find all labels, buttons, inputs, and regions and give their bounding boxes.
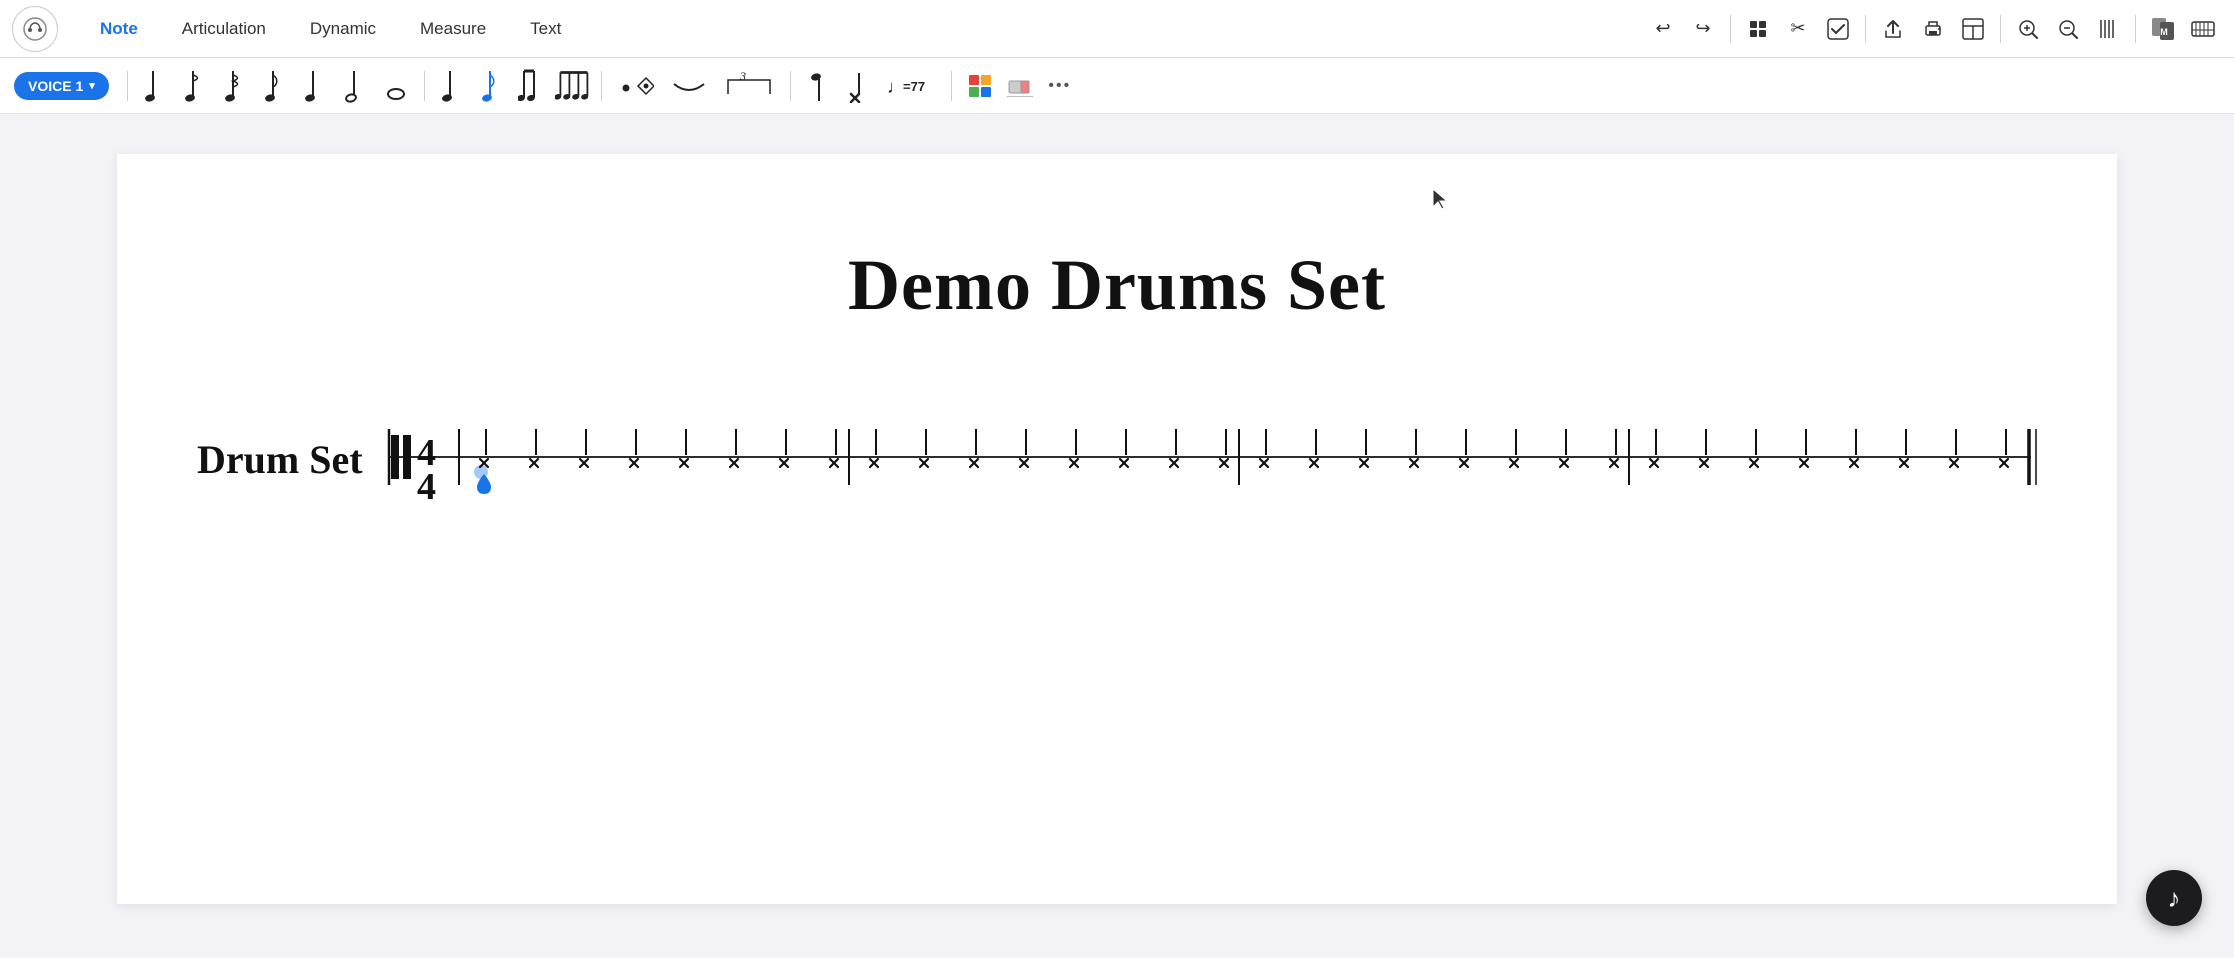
undo-button[interactable]: ↩	[1644, 10, 1682, 48]
note-beam-button[interactable]	[515, 68, 551, 104]
score-badge-button[interactable]: M	[2144, 10, 2182, 48]
svg-text:=77: =77	[903, 79, 925, 94]
measure4	[1650, 429, 2008, 467]
cut-button[interactable]: ✂	[1779, 10, 1817, 48]
tab-note[interactable]: Note	[78, 11, 160, 47]
note-16th-button[interactable]	[218, 68, 254, 104]
redo-button[interactable]: ↪	[1684, 10, 1722, 48]
slur-button[interactable]	[664, 68, 714, 104]
note-whole-button[interactable]	[378, 68, 414, 104]
staff-container: Drum Set 4 4	[197, 407, 2117, 512]
toolbar-sep-4	[790, 71, 791, 101]
eraser-button[interactable]	[1002, 68, 1038, 104]
score-area: Demo Drums Set Drum Set 4 4	[0, 114, 2234, 958]
svg-text:4: 4	[417, 466, 436, 507]
svg-text:3: 3	[739, 72, 746, 83]
music-fab-icon: ♪	[2168, 883, 2181, 914]
score-page: Demo Drums Set Drum Set 4 4	[117, 154, 2117, 904]
voice-stem-button[interactable]	[801, 68, 837, 104]
zoom-out-button[interactable]	[2049, 10, 2087, 48]
top-nav-bar: Note Articulation Dynamic Measure Text ↩…	[0, 0, 2234, 58]
toolbar-sep-3	[601, 71, 602, 101]
note-64th-button[interactable]	[138, 68, 174, 104]
voice-dropdown-arrow: ▾	[89, 79, 95, 92]
tab-text[interactable]: Text	[508, 11, 583, 47]
measure3	[1260, 429, 1618, 467]
add-button[interactable]	[1739, 10, 1777, 48]
toolbar-sep-5	[951, 71, 952, 101]
staff-label: Drum Set	[197, 436, 363, 483]
nav-separator-4	[2135, 15, 2136, 43]
staff-svg: 4 4	[381, 407, 2041, 507]
logo-button[interactable]	[12, 6, 58, 52]
note-quarter-button[interactable]	[298, 68, 334, 104]
music-fab-button[interactable]: ♪	[2146, 870, 2202, 926]
measure2	[870, 429, 1228, 467]
tab-measure[interactable]: Measure	[398, 11, 508, 47]
tuplet-button[interactable]: 3	[718, 68, 780, 104]
score-title: Demo Drums Set	[117, 154, 2117, 347]
note-32nd-button[interactable]	[178, 68, 214, 104]
tab-dynamic[interactable]: Dynamic	[288, 11, 398, 47]
share-button[interactable]	[1874, 10, 1912, 48]
color-squares-icon	[969, 75, 991, 97]
metronome-button[interactable]	[2089, 10, 2127, 48]
toolbar-sep-1	[127, 71, 128, 101]
voice-selector[interactable]: VOICE 1 ▾	[14, 72, 109, 100]
check-button[interactable]	[1819, 10, 1857, 48]
note-8th-button[interactable]	[258, 68, 294, 104]
note-half-button[interactable]	[338, 68, 374, 104]
nav-right-actions: ↩ ↪ ✂ M	[1644, 10, 2222, 48]
tab-articulation[interactable]: Articulation	[160, 11, 288, 47]
tempo-button[interactable]: ♩=77	[881, 68, 941, 104]
color-picker-button[interactable]	[962, 68, 998, 104]
staff-svg-wrapper: 4 4	[381, 407, 2041, 512]
measure1	[480, 429, 838, 467]
nav-separator-1	[1730, 15, 1731, 43]
note-beam4-button[interactable]	[555, 68, 591, 104]
voice-label: VOICE 1	[28, 78, 83, 94]
cross-stem-button[interactable]	[841, 68, 877, 104]
dot-button[interactable]	[612, 68, 660, 104]
keyboard-button[interactable]	[2184, 10, 2222, 48]
zoom-in-button[interactable]	[2009, 10, 2047, 48]
layout-button[interactable]	[1954, 10, 1992, 48]
note-eighth-up-button[interactable]	[475, 68, 511, 104]
svg-text:M: M	[2160, 27, 2168, 37]
nav-separator-2	[1865, 15, 1866, 43]
print-button[interactable]	[1914, 10, 1952, 48]
nav-tabs: Note Articulation Dynamic Measure Text	[78, 11, 583, 47]
note-toolbar: VOICE 1 ▾	[0, 58, 2234, 114]
toolbar-sep-2	[424, 71, 425, 101]
more-options-button[interactable]: •••	[1042, 68, 1078, 104]
note-quarter-solid-button[interactable]	[435, 68, 471, 104]
nav-separator-3	[2000, 15, 2001, 43]
